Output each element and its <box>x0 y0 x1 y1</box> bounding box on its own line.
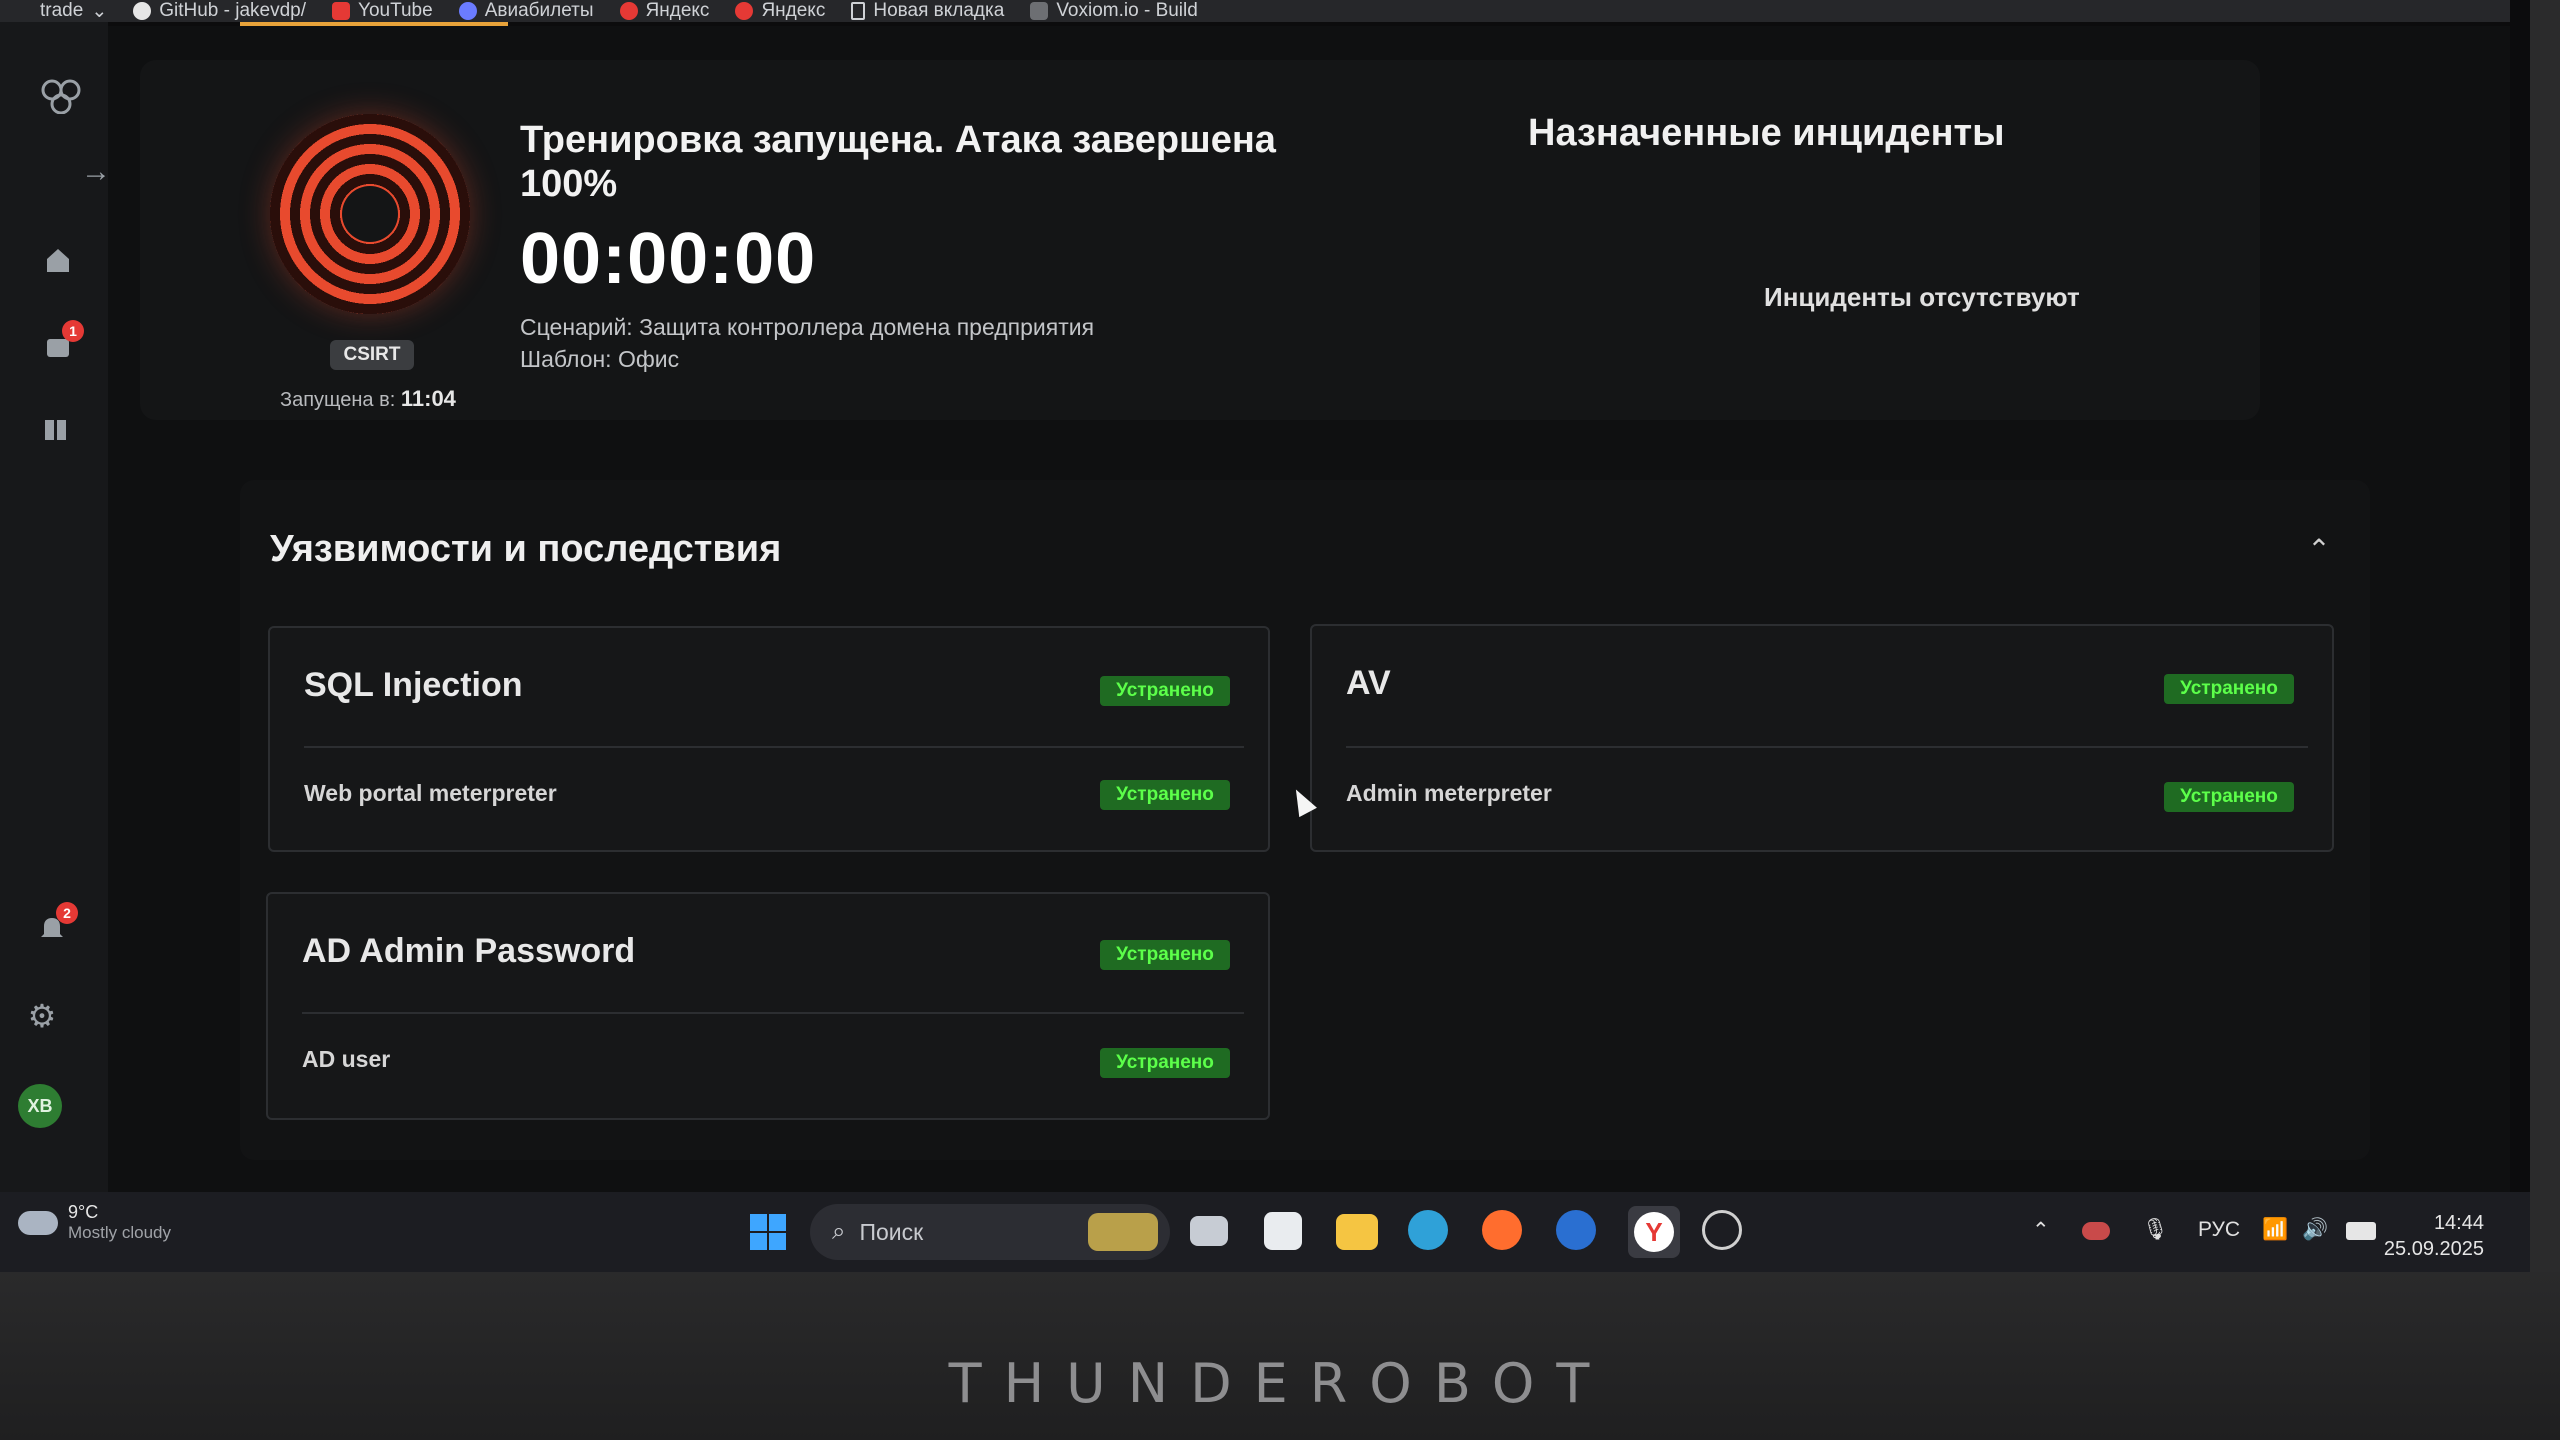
steam-icon[interactable] <box>1556 1210 1596 1250</box>
bookmark-voxiom[interactable]: Voxiom.io - Build <box>1030 0 1198 22</box>
search-placeholder: Поиск <box>859 1218 924 1245</box>
assigned-incidents-title: Назначенные инциденты <box>1528 112 2005 154</box>
vulnerability-card-ad-admin-password[interactable]: AD Admin Password Устранено AD user Устр… <box>266 892 1270 1120</box>
consequence-name: Web portal meterpreter <box>304 780 557 806</box>
bookmark-yandex-2[interactable]: Яндекс <box>735 0 825 22</box>
cloud-icon <box>18 1210 58 1235</box>
bookmark-github[interactable]: GitHub - jakevdp/ <box>133 0 306 22</box>
bookmarks-bar: trade ⌄ GitHub - jakevdp/ YouTube Авиабил… <box>0 0 2510 22</box>
task-view-icon[interactable] <box>1190 1216 1228 1246</box>
weather-temperature: 9°C <box>68 1202 99 1222</box>
card-divider <box>302 1012 1244 1014</box>
weather-condition: Mostly cloudy <box>68 1223 171 1242</box>
chevron-up-icon: ⌃ <box>2307 533 2331 565</box>
bookmark-yandex-1[interactable]: Яндекс <box>619 0 709 22</box>
incidents-empty-message: Инциденты отсутствуют <box>1764 282 2080 312</box>
consequence-status-badge: Устранено <box>1100 780 1230 810</box>
search-highlight-icon <box>1088 1213 1158 1251</box>
home-icon[interactable] <box>36 238 80 282</box>
plane-icon <box>458 2 477 20</box>
game-icon <box>1030 2 1049 20</box>
bookmark-folder-trade[interactable]: trade ⌄ <box>40 0 107 23</box>
consequence-status-badge: Устранено <box>1100 1048 1230 1078</box>
weather-widget[interactable]: 9°C Mostly cloudy <box>18 1202 171 1243</box>
github-icon <box>133 2 152 20</box>
show-hidden-icons-chevron-icon[interactable]: ⌃ <box>2032 1218 2050 1243</box>
wifi-icon[interactable]: 📶 <box>2262 1218 2288 1242</box>
chevron-down-icon: ⌄ <box>91 0 108 22</box>
yandex-icon <box>735 2 754 20</box>
template-label: Шаблон: Офис <box>520 346 680 372</box>
training-timer: 00:00:00 <box>520 219 817 299</box>
collapse-section-button[interactable]: ⌃ <box>2304 533 2334 565</box>
consequence-name: AD user <box>302 1046 391 1072</box>
keyboard-language[interactable]: РУС <box>2198 1218 2240 1242</box>
store-icon[interactable] <box>1264 1212 1302 1250</box>
bookmark-new-tab[interactable]: Новая вкладка <box>851 0 1004 22</box>
user-avatar[interactable]: ХВ <box>18 1084 62 1128</box>
vulnerability-card-av[interactable]: AV Устранено Admin meterpreter Устранено <box>1310 624 2334 852</box>
search-icon: ⌕ <box>832 1218 846 1245</box>
vulnerability-name: AD Admin Password <box>302 932 636 970</box>
onedrive-icon[interactable] <box>2082 1222 2110 1240</box>
card-divider <box>1346 746 2308 748</box>
card-divider <box>304 746 1244 748</box>
training-status-title: Тренировка запущена. Атака завершена 100… <box>520 119 1276 205</box>
windows-start-icon[interactable] <box>746 1210 790 1254</box>
tasks-icon[interactable]: 1 <box>36 320 84 368</box>
yandex-icon: Y <box>1634 1212 1674 1252</box>
notifications-badge: 2 <box>56 902 78 924</box>
sidebar: → 1 2 ⚙ ХВ <box>0 22 111 1192</box>
bookmark-youtube[interactable]: YouTube <box>332 0 433 22</box>
status-badge: Устранено <box>1100 676 1230 706</box>
bookmark-flights[interactable]: Авиабилеты <box>458 0 594 22</box>
consequence-name: Admin meterpreter <box>1346 780 1552 806</box>
consequence-status-badge: Устранено <box>2164 782 2294 812</box>
app-logo-icon[interactable] <box>40 74 84 118</box>
target-attack-icon <box>270 114 470 314</box>
vulnerability-name: SQL Injection <box>304 666 523 704</box>
vulnerabilities-title: Уязвимости и последствия <box>270 528 782 570</box>
vulnerability-name: AV <box>1346 664 1391 702</box>
system-clock[interactable]: 14:44 25.09.2025 <box>2384 1210 2484 1262</box>
page-icon <box>851 2 866 20</box>
library-icon[interactable] <box>34 408 78 452</box>
file-explorer-icon[interactable] <box>1336 1214 1378 1250</box>
status-badge: Устранено <box>1100 940 1230 970</box>
youtube-icon <box>332 2 351 20</box>
volume-icon[interactable]: 🔊 <box>2302 1218 2328 1242</box>
yandex-icon <box>619 2 638 20</box>
vulnerability-card-sql-injection[interactable]: SQL Injection Устранено Web portal meter… <box>268 626 1270 852</box>
taskbar-search[interactable]: ⌕ Поиск <box>810 1204 1170 1260</box>
started-time: Запущена в: 11:04 <box>280 386 456 411</box>
taskbar: 9°C Mostly cloudy ⌕ Поиск Y ⌃ 🎙 РУС 📶 🔊 … <box>0 1192 2530 1272</box>
gear-icon[interactable]: ⚙ <box>20 994 64 1038</box>
bell-icon[interactable]: 2 <box>30 902 78 950</box>
scenario-label: Сценарий: Защита контроллера домена пред… <box>520 314 1095 340</box>
edge-icon[interactable] <box>1408 1210 1448 1250</box>
team-chip: CSIRT <box>330 340 414 370</box>
tasks-badge: 1 <box>62 320 84 342</box>
clock-date: 25.09.2025 <box>2383 1238 2484 1260</box>
battery-icon[interactable] <box>2346 1222 2376 1240</box>
status-badge: Устранено <box>2164 674 2294 704</box>
clock-time: 14:44 <box>2433 1212 2484 1234</box>
laptop-brand-logo: THUNDEROBOT <box>948 1352 1612 1415</box>
yandex-browser-icon[interactable]: Y <box>1628 1206 1680 1258</box>
microphone-icon[interactable]: 🎙 <box>2142 1218 2169 1242</box>
obs-icon[interactable] <box>1702 1210 1742 1250</box>
screen-bezel-right <box>2530 0 2560 1272</box>
browser-icon[interactable] <box>1482 1210 1522 1250</box>
